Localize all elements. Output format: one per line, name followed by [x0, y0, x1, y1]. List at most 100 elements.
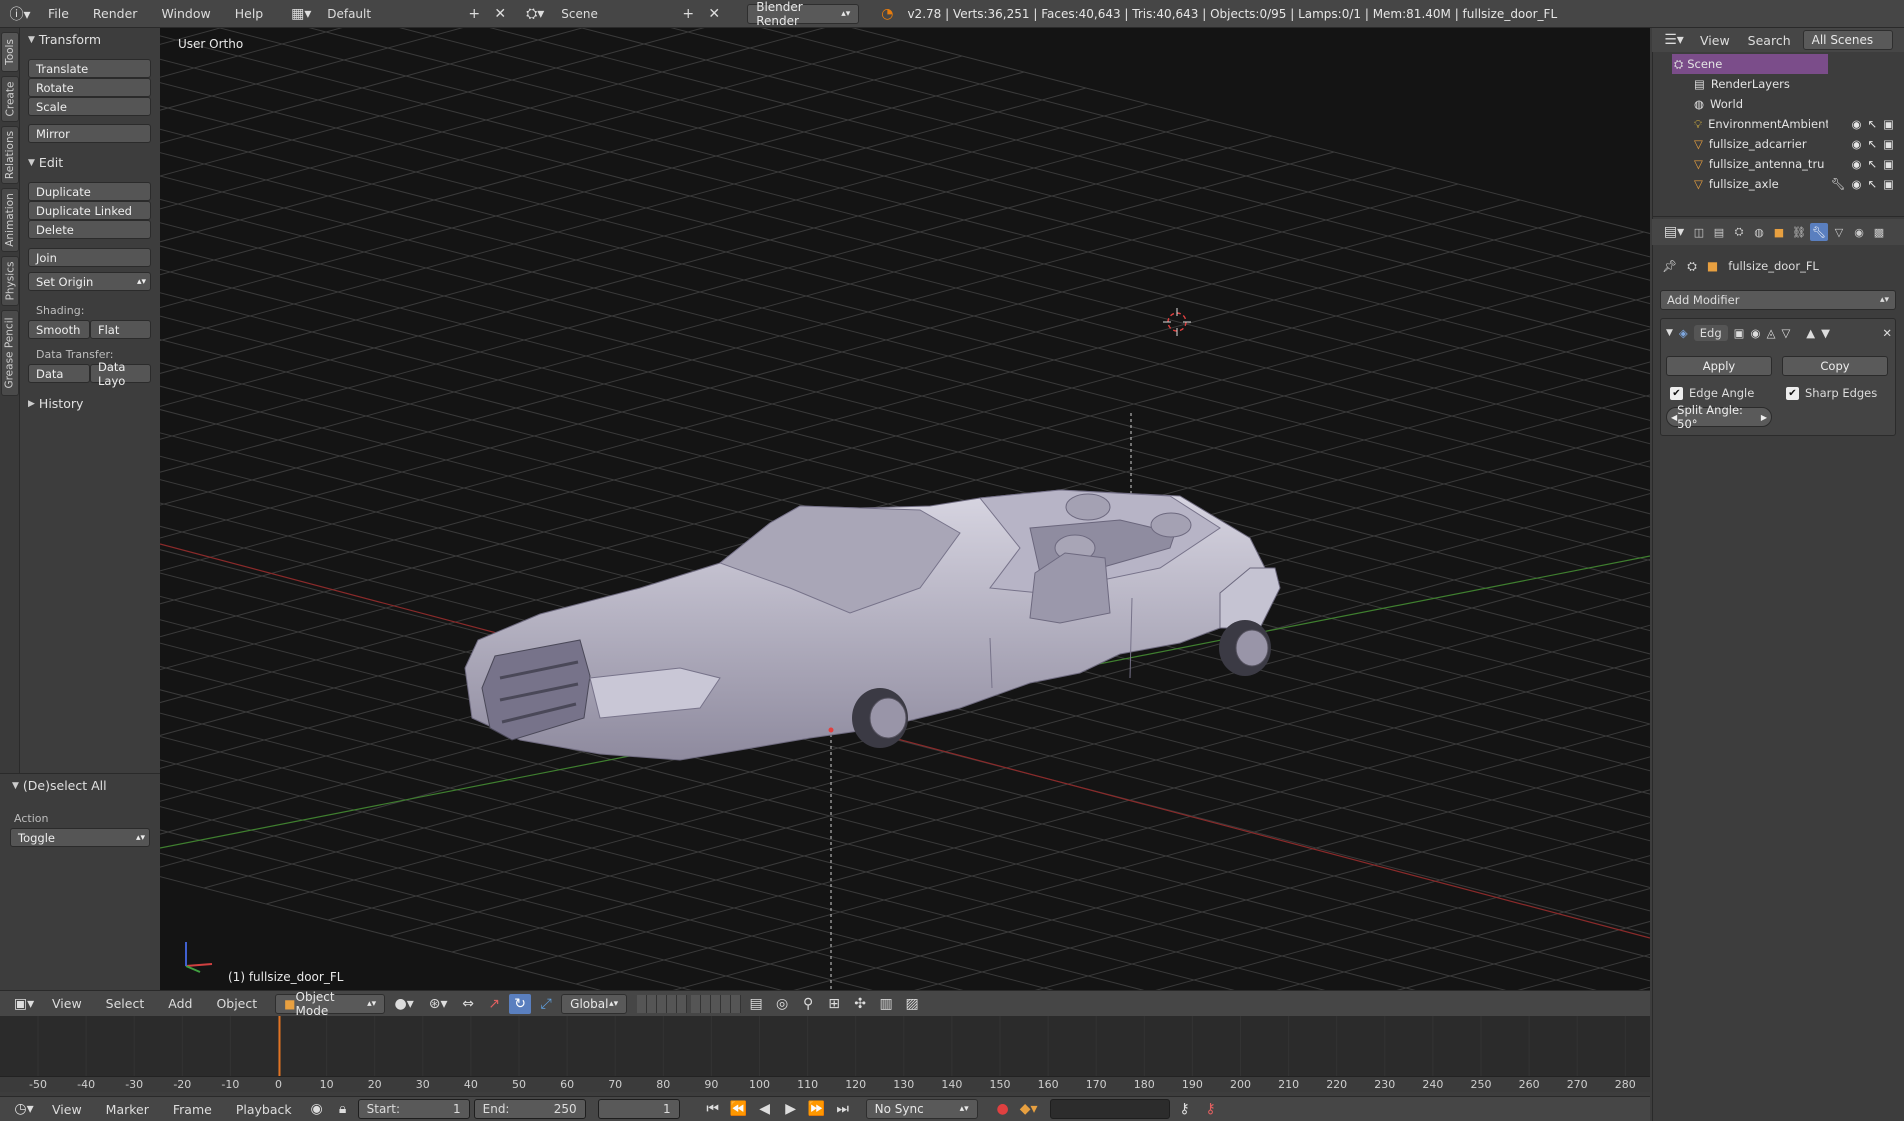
outliner-menu-search[interactable]: Search — [1742, 33, 1797, 48]
select-cursor-icon[interactable]: ↖ — [1867, 157, 1877, 171]
info-editor-icon[interactable]: ⓘ▾ — [6, 4, 34, 24]
layer-buttons-2[interactable] — [691, 994, 742, 1013]
mirror-button[interactable]: Mirror — [28, 124, 151, 143]
proportional-edit-icon[interactable]: ◎ — [771, 994, 793, 1014]
modifiers-tab-icon[interactable]: 🔧︎ — [1810, 223, 1828, 241]
edge-angle-checkbox[interactable]: ✔ Edge Angle — [1670, 386, 1754, 400]
screen-layout-field[interactable]: Default — [319, 3, 460, 24]
outliner-item-environment[interactable]: 💡︎ EnvironmentAmbientLi ◉ ↖ ▣ — [1652, 114, 1894, 134]
timeline-menu-marker[interactable]: Marker — [96, 1102, 159, 1117]
pin-icon[interactable]: 📌︎ — [1662, 259, 1677, 273]
translate-button[interactable]: Translate — [28, 59, 151, 78]
timeline-menu-view[interactable]: View — [42, 1102, 92, 1117]
rotate-manipulator-icon[interactable]: ↻ — [509, 993, 532, 1014]
insert-keyframe-icon[interactable]: ⚷ — [1174, 1099, 1196, 1119]
flat-button[interactable]: Flat — [90, 320, 151, 339]
mode-dropdown[interactable]: ■ Object Mode ▴▾ — [275, 990, 386, 1018]
tab-create[interactable]: Create — [1, 76, 19, 122]
select-cursor-icon[interactable]: ↖ — [1867, 137, 1877, 151]
scene-icon[interactable]: ⛭▾ — [521, 4, 549, 24]
editor-type-icon[interactable]: ▣▾ — [10, 994, 38, 1014]
modifier-wrench-icon[interactable]: 🔧︎ — [1831, 177, 1846, 191]
sync-dropdown[interactable]: No Sync ▴▾ — [865, 1099, 978, 1119]
viewport-toggle-icon[interactable]: ◉ — [1751, 326, 1761, 340]
jump-end-icon[interactable]: ⏭ — [832, 1099, 854, 1119]
menu-help[interactable]: Help — [225, 6, 274, 21]
render-camera-icon[interactable]: ▣ — [1883, 137, 1894, 151]
visibility-eye-icon[interactable]: ◉ — [1851, 137, 1861, 151]
screen-layout-icon[interactable]: ▦▾ — [287, 4, 315, 24]
menu-render[interactable]: Render — [83, 6, 148, 21]
apply-button[interactable]: Apply — [1666, 356, 1772, 376]
render-toggle-icon[interactable]: ▣ — [1734, 326, 1745, 340]
render-engine-dropdown[interactable]: Blender Render ▴▾ — [747, 0, 860, 28]
layer-buttons[interactable] — [637, 994, 688, 1013]
remove-scene-icon[interactable]: ✕ — [703, 4, 725, 24]
opengl-render-icon[interactable]: ▨ — [901, 994, 923, 1014]
play-reverse-icon[interactable]: ◀ — [754, 1099, 776, 1119]
render-layers-tab-icon[interactable]: ▤ — [1710, 223, 1728, 241]
visibility-eye-icon[interactable]: ◉ — [1851, 177, 1861, 191]
jump-keyframe-back-icon[interactable]: ⏪ — [728, 1099, 750, 1119]
scale-button[interactable]: Scale — [28, 97, 151, 116]
modifier-name-field[interactable]: Edg — [1693, 325, 1728, 341]
split-angle-field[interactable]: ◀ Split Angle: 50° ▶ — [1666, 403, 1772, 431]
keying-set-field[interactable] — [1049, 1099, 1170, 1119]
timeline-editor-icon[interactable]: ◷▾ — [10, 1099, 38, 1119]
move-down-icon[interactable]: ▼ — [1821, 326, 1830, 340]
outliner-item-antenna-trunk[interactable]: ▽fullsize_antenna_trunk ◉↖▣ — [1652, 154, 1894, 174]
join-button[interactable]: Join — [28, 248, 151, 267]
smooth-button[interactable]: Smooth — [28, 320, 90, 339]
snap-target-icon[interactable]: ✣ — [849, 994, 871, 1014]
collapse-triangle-icon[interactable]: ▼ — [1666, 328, 1673, 338]
menu-window[interactable]: Window — [151, 6, 220, 21]
world-tab-icon[interactable]: ◍ — [1750, 223, 1768, 241]
remove-layout-icon[interactable]: ✕ — [489, 4, 511, 24]
sharp-edges-checkbox[interactable]: ✔ Sharp Edges — [1786, 386, 1877, 400]
add-modifier-dropdown[interactable]: Add Modifier ▴▾ — [1660, 290, 1896, 310]
increment-arrow-icon[interactable]: ▶ — [1761, 413, 1767, 422]
translate-manipulator-icon[interactable]: ↗ — [483, 994, 505, 1014]
scene-field[interactable]: Scene — [553, 3, 674, 24]
material-tab-icon[interactable]: ◉ — [1850, 223, 1868, 241]
render-preview-icon[interactable]: ▥ — [875, 994, 897, 1014]
tab-relations[interactable]: Relations — [1, 126, 19, 184]
cage-toggle-icon[interactable]: ▽ — [1781, 326, 1790, 340]
play-icon[interactable]: ▶ — [780, 1099, 802, 1119]
visibility-eye-icon[interactable]: ◉ — [1851, 117, 1861, 131]
rotate-button[interactable]: Rotate — [28, 78, 151, 97]
action-dropdown[interactable]: Toggle ▴▾ — [10, 828, 150, 847]
outliner-display-mode-dropdown[interactable]: All Scenes — [1802, 30, 1893, 50]
record-icon[interactable]: ● — [992, 1099, 1014, 1119]
viewport-scene[interactable] — [160, 28, 1650, 990]
current-frame-field[interactable]: 1 — [597, 1099, 680, 1119]
timeline-menu-playback[interactable]: Playback — [226, 1102, 302, 1117]
add-layout-icon[interactable]: + — [463, 4, 485, 24]
start-frame-field[interactable]: Start: 1 — [357, 1099, 470, 1119]
menu-object[interactable]: Object — [206, 996, 267, 1011]
set-origin-dropdown[interactable]: Set Origin ▴▾ — [28, 272, 151, 291]
menu-file[interactable]: File — [38, 6, 79, 21]
constraints-tab-icon[interactable]: ⛓ — [1790, 223, 1808, 241]
render-camera-icon[interactable]: ▣ — [1883, 177, 1894, 191]
object-tab-icon[interactable]: ■ — [1770, 223, 1788, 241]
tab-grease-pencil[interactable]: Grease Pencil — [1, 310, 19, 396]
transform-orientation-dropdown[interactable]: Global ▴▾ — [561, 993, 628, 1014]
delete-keyframe-icon[interactable]: ⚷ — [1200, 1099, 1222, 1119]
history-panel-header[interactable]: ▶ History — [28, 396, 83, 411]
outliner-menu-view[interactable]: View — [1694, 33, 1736, 48]
texture-tab-icon[interactable]: ▩ — [1870, 223, 1888, 241]
outliner-item-axle[interactable]: ▽ fullsize_axle 🔧︎ ◉ ↖ ▣ — [1652, 174, 1894, 194]
outliner-item-scene[interactable]: ⛭ Scene — [1672, 54, 1828, 74]
snap-element-icon[interactable]: ⊞ — [823, 994, 845, 1014]
end-frame-field[interactable]: End: 250 — [473, 1099, 586, 1119]
render-tab-icon[interactable]: ◫ — [1690, 223, 1708, 241]
visibility-eye-icon[interactable]: ◉ — [1851, 157, 1861, 171]
timeline-menu-frame[interactable]: Frame — [163, 1102, 222, 1117]
car-model[interactable] — [464, 489, 1281, 761]
data-layout-button[interactable]: Data Layo — [90, 360, 151, 388]
operator-panel-header[interactable]: ▼ (De)select All — [12, 778, 107, 793]
copy-button[interactable]: Copy — [1782, 356, 1888, 376]
keyframe-icon[interactable]: ◆▾ — [1018, 1099, 1040, 1119]
data-tab-icon[interactable]: ▽ — [1830, 223, 1848, 241]
